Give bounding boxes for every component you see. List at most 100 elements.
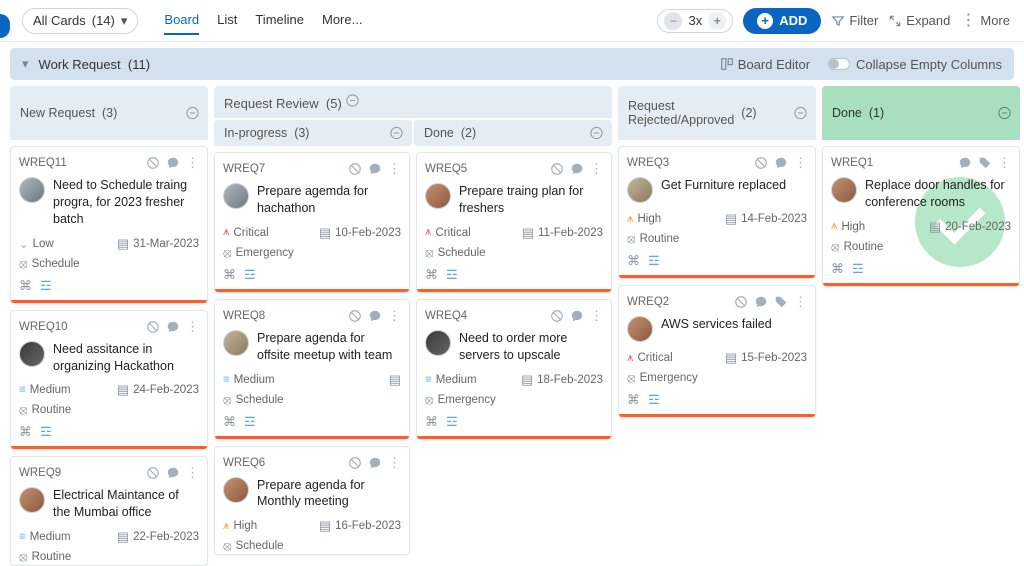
collapse-icon[interactable] — [793, 106, 808, 121]
card[interactable]: WREQ2⋮ AWS services failed ⩚Critical▤15-… — [618, 285, 816, 418]
calendar-icon: ▤ — [117, 236, 129, 252]
kebab-icon[interactable]: ⋮ — [388, 308, 401, 324]
priority-icon: ⌄ — [19, 237, 29, 251]
card[interactable]: WREQ6⋮ Prepare agenda for Monthly meetin… — [214, 446, 410, 556]
subtask-icon: ⌘ — [627, 253, 640, 269]
block-icon[interactable] — [550, 162, 564, 176]
column-rejected-approved: Request Rejected/Approved (2) WREQ3⋮ Get… — [618, 86, 816, 418]
group-header[interactable]: Request Review (5) — [214, 86, 612, 118]
column-header[interactable]: Request Rejected/Approved (2) — [618, 86, 816, 140]
priority-icon: ⩚ — [627, 352, 634, 365]
tab-list[interactable]: List — [217, 6, 237, 35]
block-icon[interactable] — [146, 466, 160, 480]
comment-icon[interactable] — [754, 295, 768, 309]
comment-icon[interactable] — [368, 309, 382, 323]
collapse-empty-toggle[interactable]: Collapse Empty Columns — [828, 57, 1002, 72]
comment-icon[interactable] — [166, 156, 180, 170]
card-id: WREQ11 — [19, 157, 67, 169]
calendar-icon: ▤ — [389, 372, 401, 388]
card-id: WREQ10 — [19, 321, 68, 333]
kebab-icon[interactable]: ⋮ — [794, 155, 807, 171]
kebab-icon[interactable]: ⋮ — [186, 465, 199, 481]
subcolumn-header-inprogress[interactable]: In-progress (3) — [214, 120, 412, 146]
chevron-down-icon: ▾ — [22, 56, 29, 72]
more-button[interactable]: ⋮ More — [960, 13, 1010, 29]
avatar — [223, 183, 249, 209]
block-icon[interactable] — [754, 156, 768, 170]
tag-icon: ⦻ — [223, 245, 232, 261]
comment-icon[interactable] — [570, 162, 584, 176]
collapse-icon[interactable] — [185, 106, 200, 121]
expand-button[interactable]: Expand — [888, 13, 950, 28]
zoom-control: − 3x + — [657, 9, 733, 33]
avatar — [223, 330, 249, 356]
kebab-icon[interactable]: ⋮ — [590, 161, 603, 177]
card[interactable]: WREQ8⋮ Prepare agenda for offsite meetup… — [214, 299, 410, 440]
block-icon[interactable] — [348, 456, 362, 470]
checklist-icon: ☲ — [446, 414, 458, 430]
tag-filled-icon[interactable] — [774, 295, 788, 309]
board-editor-button[interactable]: Board Editor — [720, 57, 810, 72]
card[interactable]: WREQ4⋮ Need to order more servers to ups… — [416, 299, 612, 440]
card[interactable]: WREQ7⋮ Prepare agemda for hachathon ⩚Cri… — [214, 152, 410, 293]
subtask-icon: ⌘ — [19, 424, 32, 440]
column-header[interactable]: Done (1) — [822, 86, 1020, 140]
priority-icon: ⩚ — [223, 520, 230, 533]
priority-icon: ⩚ — [223, 226, 230, 239]
card[interactable]: WREQ11 ⋮ Need to Schedule traing progra,… — [10, 146, 208, 304]
comment-icon[interactable] — [368, 162, 382, 176]
swimlane-header[interactable]: ▾ Work Request (11) Board Editor Collaps… — [10, 48, 1014, 80]
kebab-icon[interactable]: ⋮ — [388, 455, 401, 471]
card[interactable]: WREQ5⋮ Prepare traing plan for freshers … — [416, 152, 612, 293]
tag-icon: ⦻ — [627, 231, 636, 247]
block-icon[interactable] — [348, 309, 362, 323]
block-icon[interactable] — [734, 295, 748, 309]
collapse-icon[interactable] — [589, 126, 604, 141]
expand-text: Expand — [906, 13, 950, 28]
kebab-icon[interactable]: ⋮ — [186, 155, 199, 171]
subcolumn-header-done[interactable]: Done (2) — [414, 120, 612, 146]
kebab-icon[interactable]: ⋮ — [590, 308, 603, 324]
tab-board[interactable]: Board — [164, 6, 199, 35]
collapse-icon[interactable] — [389, 126, 404, 141]
block-icon[interactable] — [348, 162, 362, 176]
zoom-out-button[interactable]: − — [664, 12, 682, 30]
kebab-icon[interactable]: ⋮ — [186, 319, 199, 335]
comment-icon[interactable] — [774, 156, 788, 170]
tag-filled-icon[interactable] — [978, 156, 992, 170]
tab-more[interactable]: More... — [322, 6, 362, 35]
block-icon[interactable] — [146, 320, 160, 334]
kebab-icon[interactable]: ⋮ — [998, 155, 1011, 171]
collapse-label: Collapse Empty Columns — [856, 57, 1002, 72]
filter-button[interactable]: Filter — [831, 13, 878, 28]
board-editor-icon — [720, 57, 734, 71]
card[interactable]: WREQ1⋮ Replace door handles for conferen… — [822, 146, 1020, 287]
board-editor-label: Board Editor — [738, 57, 810, 72]
kebab-icon[interactable]: ⋮ — [794, 294, 807, 310]
comment-icon[interactable] — [570, 309, 584, 323]
priority-icon: ⩚ — [627, 213, 634, 226]
block-icon[interactable] — [146, 156, 160, 170]
avatar — [19, 341, 45, 367]
comment-icon[interactable] — [166, 466, 180, 480]
kebab-icon[interactable]: ⋮ — [388, 161, 401, 177]
card-filter-dropdown[interactable]: All Cards (14) ▾ — [22, 8, 138, 34]
comment-icon[interactable] — [958, 156, 972, 170]
add-button[interactable]: + ADD — [743, 8, 821, 34]
collapse-icon[interactable] — [345, 93, 360, 108]
comment-icon[interactable] — [368, 456, 382, 470]
card[interactable]: WREQ10 ⋮ Need assitance in organizing Ha… — [10, 310, 208, 451]
card[interactable]: WREQ3⋮ Get Furniture replaced ⩚High▤14-F… — [618, 146, 816, 279]
card-title: Need to Schedule traing progra, for 2023… — [53, 177, 199, 228]
collapse-icon[interactable] — [997, 106, 1012, 121]
tab-timeline[interactable]: Timeline — [255, 6, 304, 35]
card[interactable]: WREQ9 ⋮ Electrical Maintance of the Mumb… — [10, 456, 208, 566]
comment-icon[interactable] — [166, 320, 180, 334]
more-text: More — [980, 13, 1010, 28]
checklist-icon: ☲ — [40, 278, 52, 294]
calendar-icon: ▤ — [319, 225, 331, 241]
column-header[interactable]: New Request (3) — [10, 86, 208, 140]
calendar-icon: ▤ — [117, 529, 129, 545]
zoom-in-button[interactable]: + — [708, 12, 726, 30]
block-icon[interactable] — [550, 309, 564, 323]
